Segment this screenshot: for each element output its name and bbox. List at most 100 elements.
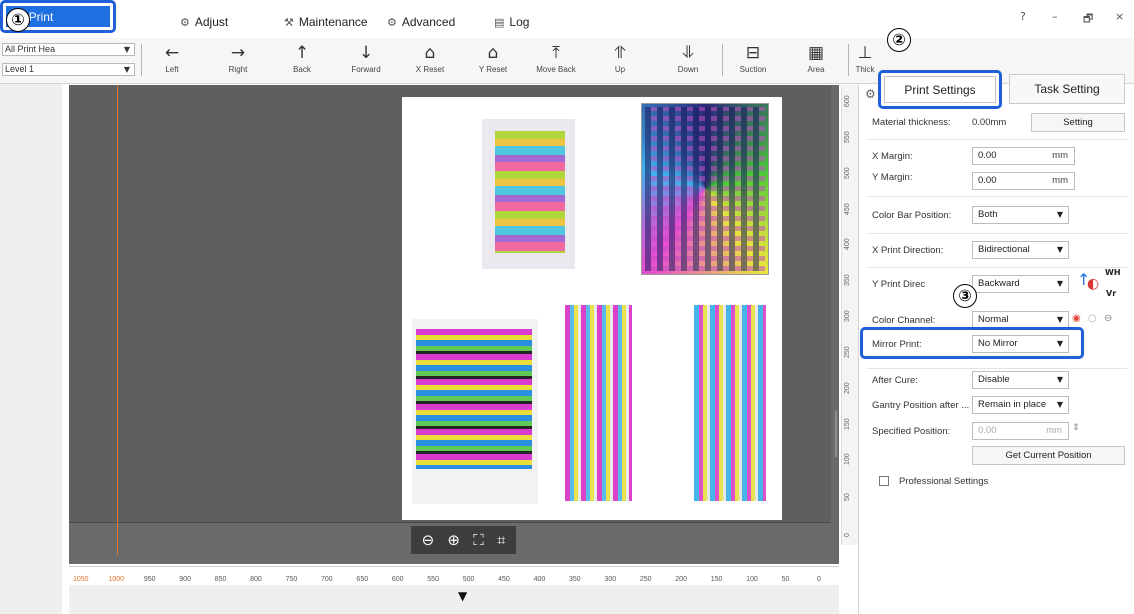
move-back-button[interactable]: ⤒ Move Back bbox=[526, 42, 586, 80]
get-current-position-button[interactable]: Get Current Position bbox=[972, 446, 1125, 465]
x-margin-label: X Margin: bbox=[872, 150, 913, 162]
ruler-h-label: 1000 bbox=[108, 576, 124, 583]
close-button[interactable]: × bbox=[1115, 10, 1124, 23]
settings-panel: ⚙ Print Settings ② Task Setting Material… bbox=[858, 28, 1134, 614]
tab-adjust[interactable]: ⚙ Adjust bbox=[180, 9, 228, 35]
print-head-select[interactable]: All Print Hea ▼ bbox=[2, 43, 135, 56]
stepper-icon[interactable]: ⇕ bbox=[1072, 423, 1080, 433]
back-button[interactable]: ↑ Back bbox=[272, 42, 332, 80]
suction-button[interactable]: ⊟ Suction bbox=[723, 42, 783, 80]
tab-adjust-label: Adjust bbox=[194, 15, 229, 29]
area-button[interactable]: ▦ Area bbox=[786, 42, 846, 80]
x-reset-button[interactable]: ⌂ X Reset bbox=[400, 42, 460, 80]
x-margin-value: 0.00 bbox=[978, 150, 997, 161]
zoom-toolbar: ⊖ ⊕ ⛶ ⌗ bbox=[411, 526, 516, 554]
color-chart-2-grid bbox=[645, 107, 765, 271]
up-button[interactable]: ⥣ Up bbox=[590, 42, 650, 80]
x-print-direction-value: Bidirectional bbox=[978, 244, 1030, 255]
ruler-h-label: 450 bbox=[498, 576, 510, 583]
x-margin-field[interactable]: 0.00 mm bbox=[972, 147, 1075, 165]
ruler-v-label: 550 bbox=[844, 131, 851, 143]
actual-size-icon[interactable]: ⌗ bbox=[497, 531, 505, 549]
tab-maintenance-label: Maintenance bbox=[298, 15, 368, 29]
divider bbox=[867, 267, 1127, 268]
mirror-print-label: Mirror Print: bbox=[872, 338, 922, 350]
ruler-v-label: 150 bbox=[844, 417, 851, 430]
wh-label: WH bbox=[1105, 268, 1121, 277]
print-canvas[interactable]: ⊖ ⊕ ⛶ ⌗ bbox=[69, 85, 839, 564]
color-chart-4 bbox=[565, 305, 632, 501]
left-button[interactable]: ← Left bbox=[142, 42, 202, 80]
divider bbox=[867, 368, 1127, 369]
ruler-h-label: 600 bbox=[391, 576, 404, 583]
ruler-h-label: 200 bbox=[675, 576, 687, 583]
white-circle-icon: ○ bbox=[1088, 313, 1097, 324]
tab-log[interactable]: ▤ Log bbox=[494, 9, 529, 35]
ruler-h-label: 50 bbox=[781, 576, 790, 583]
gear-icon[interactable]: ⚙ bbox=[865, 87, 876, 101]
y-print-direction-select[interactable]: Backward ▼ bbox=[972, 275, 1069, 293]
chevron-down-icon: ▼ bbox=[123, 65, 130, 74]
tab-maintenance[interactable]: ⚒ Maintenance bbox=[284, 9, 368, 35]
fit-screen-icon[interactable]: ⛶ bbox=[473, 531, 484, 549]
right-button[interactable]: → Right bbox=[208, 42, 268, 80]
ruler-v-label: 450 bbox=[844, 202, 851, 215]
specified-position-field[interactable]: 0.00 mm bbox=[972, 422, 1069, 440]
arrow-right-icon: → bbox=[230, 43, 246, 63]
restore-button[interactable]: 🗗 bbox=[1083, 10, 1093, 29]
vertical-scrollbar[interactable] bbox=[835, 411, 837, 457]
tab-print-settings-label: Print Settings bbox=[884, 76, 996, 103]
ruler-v-label: 200 bbox=[844, 381, 851, 394]
tab-task-setting[interactable]: Task Setting bbox=[1009, 74, 1125, 104]
thickness-setting-button[interactable]: Setting bbox=[1031, 113, 1125, 132]
gantry-position-select[interactable]: Remain in place ▼ bbox=[972, 396, 1069, 414]
tab-print-settings[interactable]: Print Settings bbox=[878, 70, 1002, 109]
log-icon: ▤ bbox=[494, 15, 505, 29]
maintenance-icon: ⚒ bbox=[284, 15, 294, 29]
ruler-v-label: 500 bbox=[844, 166, 851, 179]
forward-button[interactable]: ↓ Forward bbox=[336, 42, 396, 80]
move-back-button-label: Move Back bbox=[536, 65, 576, 74]
chevron-down-icon: ▼ bbox=[1056, 400, 1063, 409]
professional-settings-label: Professional Settings bbox=[899, 475, 989, 487]
ruler-h-label: 300 bbox=[604, 576, 617, 583]
ruler-h-label: 750 bbox=[285, 576, 298, 583]
chevron-down-icon: ▼ bbox=[1056, 339, 1063, 348]
vertical-ruler: 600 550 500 450 400 350 300 250 200 150 100 50 0 bbox=[841, 85, 858, 545]
x-margin-unit: mm bbox=[1052, 150, 1068, 161]
collapse-arrow-icon[interactable]: ▼ bbox=[458, 589, 467, 603]
help-button[interactable]: ? bbox=[1020, 10, 1026, 23]
divider bbox=[867, 233, 1127, 234]
level-select[interactable]: Level 1 ▼ bbox=[2, 63, 135, 76]
ruler-v-label: 250 bbox=[844, 346, 851, 358]
left-strip bbox=[0, 84, 62, 614]
print-head-select-value: All Print Hea bbox=[5, 44, 56, 54]
ruler-h-label: 250 bbox=[639, 576, 652, 583]
minimize-button[interactable]: – bbox=[1052, 10, 1058, 23]
tab-advanced[interactable]: ⚙ Advanced bbox=[387, 9, 455, 35]
ruler-h-label: 500 bbox=[462, 576, 475, 583]
color-bar-position-label: Color Bar Position: bbox=[872, 209, 952, 221]
varnish-circle-icon: ⊖ bbox=[1104, 313, 1113, 324]
professional-settings-checkbox[interactable] bbox=[879, 476, 889, 486]
x-print-direction-select[interactable]: Bidirectional ▼ bbox=[972, 241, 1069, 259]
thickness-button[interactable]: ⊥ Thick bbox=[850, 42, 880, 80]
origin-line bbox=[117, 85, 118, 555]
suction-button-label: Suction bbox=[739, 65, 767, 74]
level-select-value: Level 1 bbox=[5, 64, 35, 74]
toolbar-separator bbox=[848, 44, 849, 76]
color-bar-position-select[interactable]: Both ▼ bbox=[972, 206, 1069, 224]
area-icon: ▦ bbox=[807, 43, 825, 63]
ruler-v-label: 600 bbox=[844, 95, 851, 107]
after-cure-value: Disable bbox=[978, 374, 1010, 385]
zoom-in-icon[interactable]: ⊕ bbox=[447, 531, 460, 549]
after-cure-select[interactable]: Disable ▼ bbox=[972, 371, 1069, 389]
y-reset-button[interactable]: ⌂ Y Reset bbox=[463, 42, 523, 80]
zoom-out-icon[interactable]: ⊖ bbox=[422, 531, 435, 549]
y-margin-value: 0.00 bbox=[978, 175, 997, 186]
mirror-print-select[interactable]: No Mirror ▼ bbox=[972, 335, 1069, 353]
chevron-down-icon: ▼ bbox=[1056, 210, 1063, 219]
horizontal-ruler: 1050 1000 950 900 850 800 750 700 650 600 550 500 45… bbox=[69, 566, 839, 584]
down-button[interactable]: ⥥ Down bbox=[658, 42, 718, 80]
y-margin-field[interactable]: 0.00 mm bbox=[972, 172, 1075, 190]
